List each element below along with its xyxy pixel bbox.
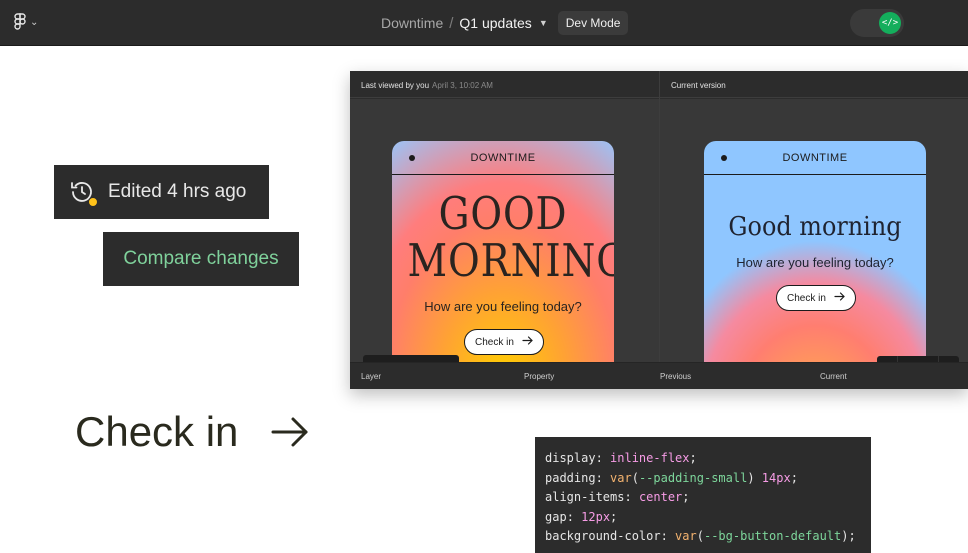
brand-label: DOWNTIME bbox=[470, 151, 536, 164]
status-dot bbox=[409, 155, 415, 161]
dev-mode-badge: Dev Mode bbox=[557, 11, 629, 35]
breadcrumb: Downtime / Q1 updates ▼ Dev Mode bbox=[381, 0, 629, 46]
unseen-changes-dot bbox=[88, 197, 98, 207]
check-in-button-preview: Check in bbox=[75, 408, 310, 456]
check-in-label: Check in bbox=[75, 408, 239, 455]
status-dot bbox=[721, 155, 727, 161]
code-property: padding bbox=[545, 470, 596, 485]
check-in-button: Check in bbox=[464, 329, 544, 355]
code-line: gap: 12px; bbox=[545, 509, 618, 524]
code-line: background-color: var(--bg-button-defaul… bbox=[545, 529, 856, 543]
code-variable: --bg-button-default bbox=[703, 529, 842, 543]
main-menu-button[interactable]: ⌄ bbox=[14, 13, 38, 31]
breadcrumb-separator: / bbox=[449, 14, 454, 32]
chevron-down-icon: ⌄ bbox=[30, 16, 39, 28]
headline: GOOD MORNING bbox=[407, 187, 614, 287]
arrow-right-icon bbox=[522, 336, 533, 348]
headline-line-1: GOOD bbox=[438, 187, 568, 240]
code-value: 12px bbox=[581, 509, 611, 524]
code-property: gap bbox=[545, 509, 567, 524]
check-in-button-label: Check in bbox=[787, 292, 826, 304]
last-viewed-label: Last viewed by you bbox=[361, 81, 430, 90]
history-icon bbox=[69, 179, 98, 207]
code-line: display: inline-flex; bbox=[545, 451, 697, 465]
code-function: var bbox=[610, 470, 632, 485]
code-property: background-color bbox=[545, 529, 661, 543]
compare-changes-button[interactable]: Compare changes bbox=[103, 232, 299, 286]
arrow-right-icon bbox=[270, 416, 310, 448]
current-version-header: Current version bbox=[671, 81, 726, 90]
frame-header: DOWNTIME bbox=[392, 141, 614, 175]
compare-changes-panel: Last viewed by you April 3, 10:02 AM Curr… bbox=[350, 71, 968, 389]
headline-line-2: MORNING bbox=[407, 234, 614, 287]
code-value: center bbox=[638, 490, 683, 504]
brand-label: DOWNTIME bbox=[782, 151, 848, 164]
dev-mode-toggle[interactable]: </> bbox=[850, 9, 904, 37]
breadcrumb-file[interactable]: Q1 updates bbox=[459, 15, 531, 31]
changes-table-header: Layer Property Previous Current bbox=[350, 362, 968, 389]
subtitle: How are you feeling today? bbox=[736, 255, 894, 270]
column-property: Property bbox=[524, 372, 555, 381]
subtitle: How are you feeling today? bbox=[424, 299, 582, 314]
column-previous: Previous bbox=[660, 372, 692, 381]
check-in-button-label: Check in bbox=[475, 336, 514, 348]
code-line: padding: var(--padding-small) 14px; bbox=[545, 470, 798, 485]
code-function: var bbox=[675, 529, 697, 543]
top-bar: ⌄ Downtime / Q1 updates ▼ Dev Mode </> bbox=[0, 0, 968, 46]
column-layer: Layer bbox=[361, 372, 382, 381]
css-code-panel: display: inline-flex; padding: var(--padd… bbox=[535, 437, 871, 553]
breadcrumb-project[interactable]: Downtime bbox=[381, 15, 443, 31]
frame-header: DOWNTIME bbox=[704, 141, 926, 175]
file-chevron-down-icon[interactable]: ▼ bbox=[539, 18, 548, 28]
column-current: Current bbox=[820, 372, 847, 381]
code-variable: --padding-small bbox=[638, 470, 748, 485]
headline: Good morning bbox=[728, 212, 902, 242]
edited-time-label: Edited 4 hrs ago bbox=[108, 181, 247, 202]
code-line: align-items: center; bbox=[545, 490, 690, 504]
figma-logo-icon bbox=[14, 13, 26, 31]
last-viewed-date: April 3, 10:02 AM bbox=[432, 81, 493, 90]
code-icon: </> bbox=[879, 12, 901, 34]
arrow-right-icon bbox=[834, 292, 845, 304]
panel-divider bbox=[659, 71, 660, 362]
code-property: display bbox=[545, 451, 596, 465]
previous-version-header: Last viewed by you April 3, 10:02 AM bbox=[361, 81, 493, 90]
version-history-chip[interactable]: Edited 4 hrs ago bbox=[54, 165, 269, 219]
current-frame: DOWNTIME Good morning How are you feelin… bbox=[704, 141, 926, 389]
code-value: inline-flex bbox=[610, 451, 690, 465]
code-value: 14px bbox=[761, 470, 791, 485]
code-property: align-items bbox=[545, 490, 625, 504]
previous-frame: DOWNTIME GOOD MORNING How are you feelin… bbox=[392, 141, 614, 389]
check-in-button: Check in bbox=[776, 285, 856, 311]
